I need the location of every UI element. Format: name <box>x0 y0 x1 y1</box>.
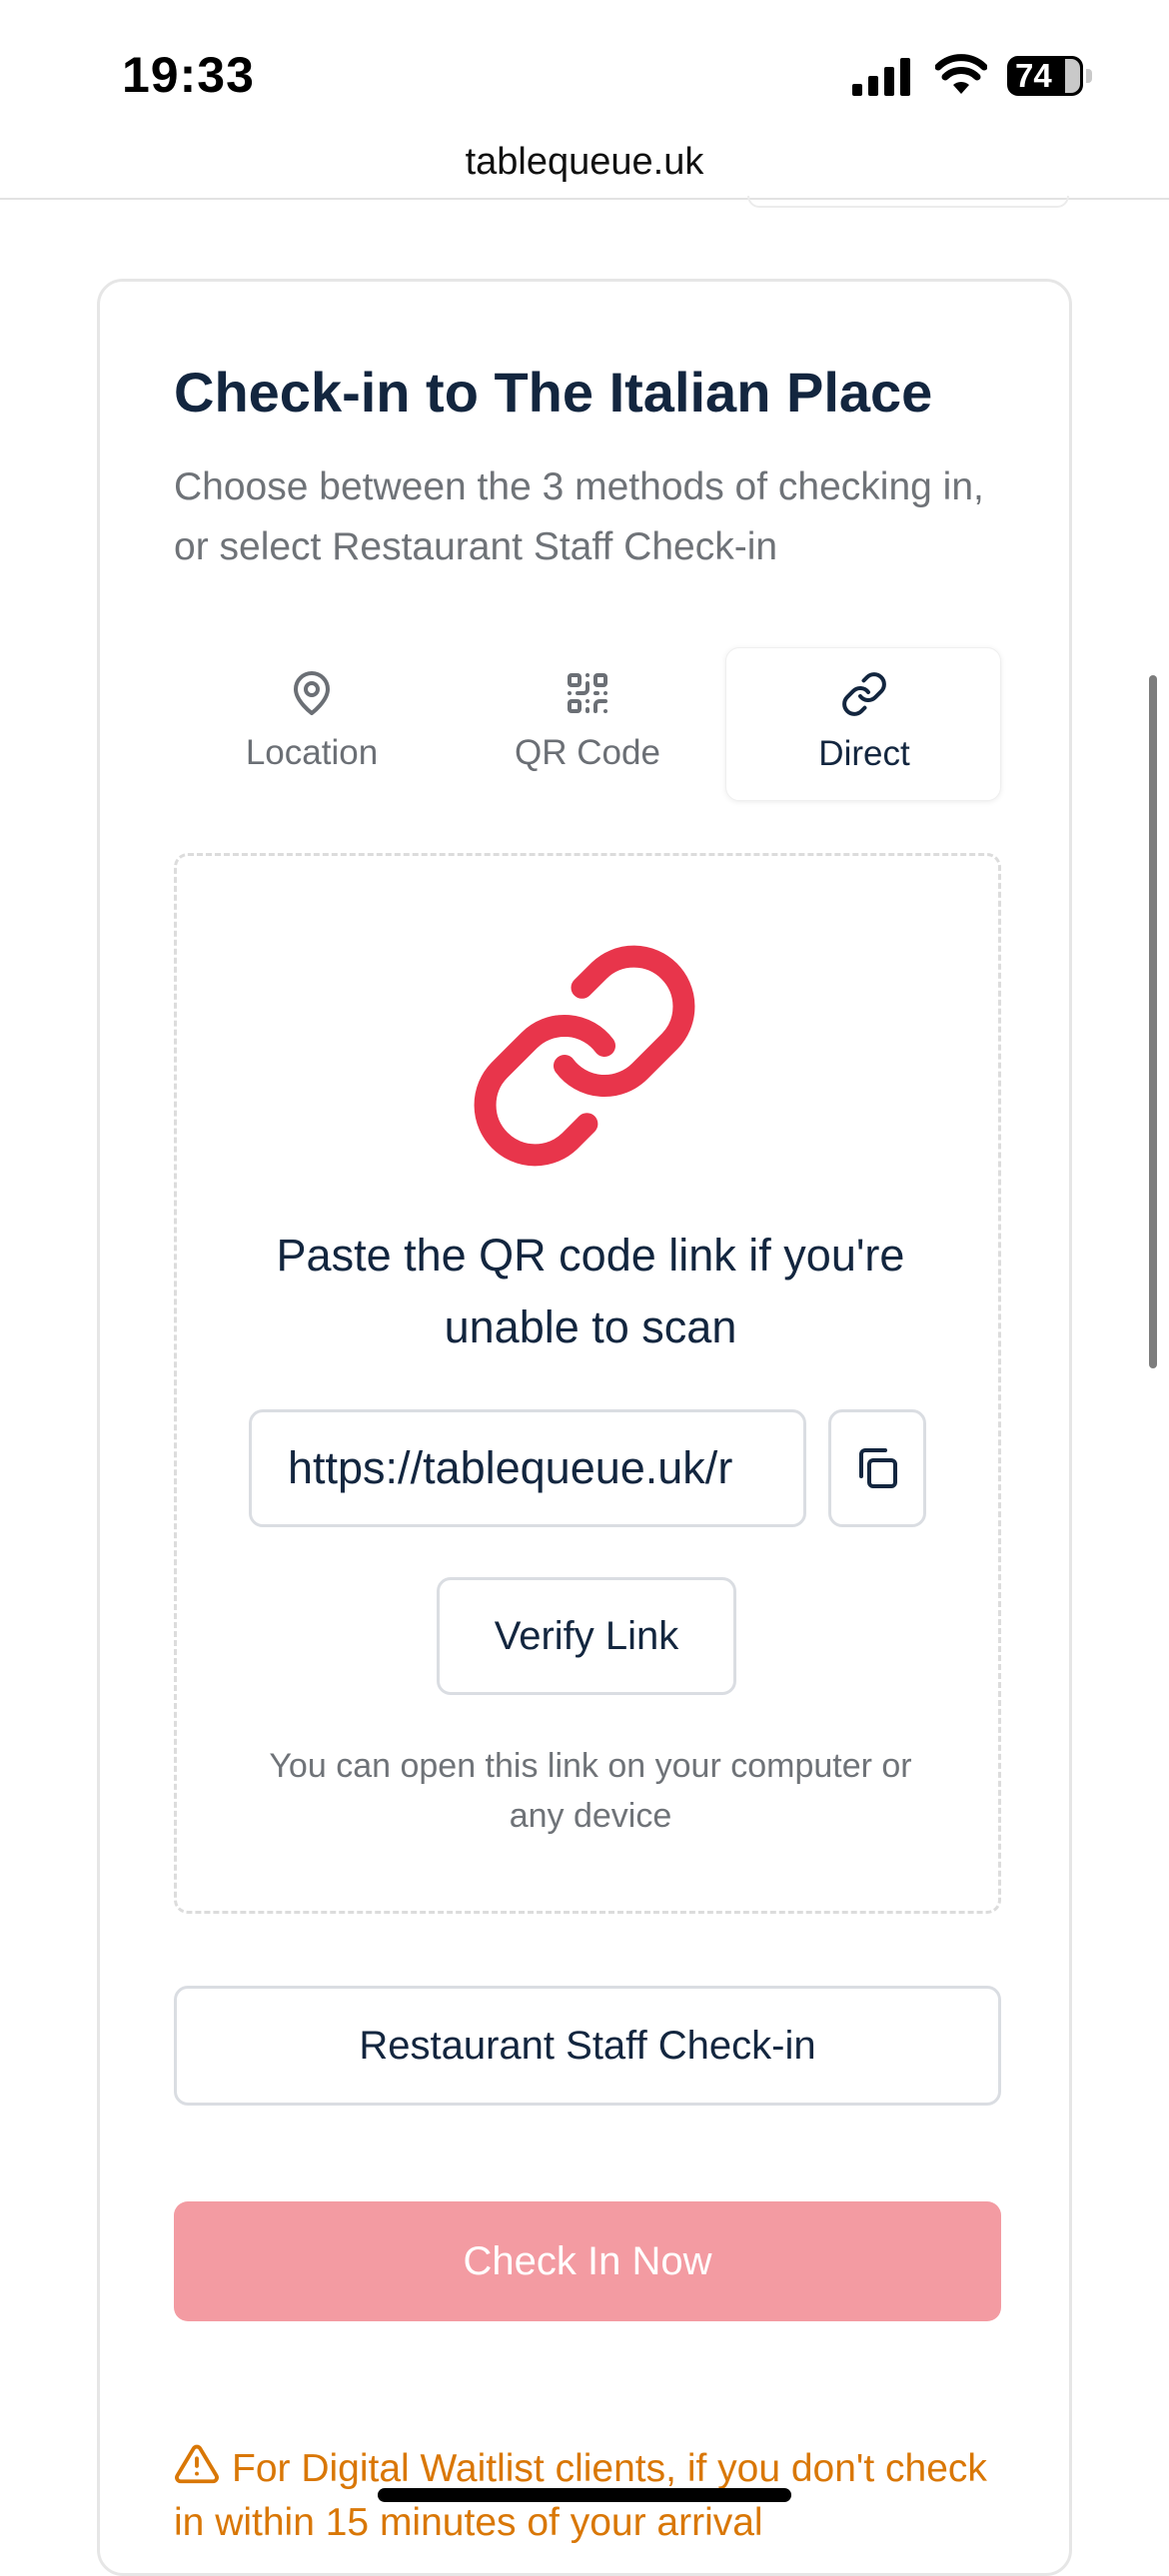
verify-link-button[interactable]: Verify Link <box>437 1577 736 1695</box>
url-text: tablequeue.uk <box>465 141 704 183</box>
status-bar: 19:33 74 <box>0 0 1169 140</box>
warning-icon <box>175 2444 219 2484</box>
link-icon <box>474 945 695 1167</box>
tab-qr-code[interactable]: QR Code <box>450 647 725 801</box>
signal-icon <box>852 58 910 96</box>
home-indicator[interactable] <box>378 2488 791 2502</box>
address-bar[interactable]: tablequeue.uk <box>0 134 1169 200</box>
scrollbar[interactable] <box>1149 675 1157 1368</box>
link-icon <box>842 672 886 716</box>
tab-location-label: Location <box>245 733 379 772</box>
checkin-method-tabs: Location QR Code Direct <box>174 647 1001 801</box>
link-input[interactable] <box>249 1409 806 1527</box>
tab-qr-code-label: QR Code <box>515 733 660 772</box>
check-in-now-button[interactable]: Check In Now <box>174 2201 1001 2321</box>
tab-direct[interactable]: Direct <box>725 647 1001 801</box>
checkin-card: Check-in to The Italian Place Choose bet… <box>97 279 1072 2576</box>
panel-note: You can open this link on your computer … <box>269 1747 912 1835</box>
restaurant-staff-checkin-button[interactable]: Restaurant Staff Check-in <box>174 1986 1001 2106</box>
wifi-icon <box>935 54 987 94</box>
copy-button[interactable] <box>828 1409 926 1527</box>
map-pin-icon <box>294 671 330 715</box>
page-subtitle: Choose between the 3 methods of checking… <box>174 465 984 568</box>
qr-code-icon <box>568 673 607 714</box>
battery-level: 74 <box>1015 57 1052 94</box>
tab-direct-label: Direct <box>818 734 910 773</box>
status-time: 19:33 <box>122 47 255 103</box>
previous-card-edge <box>747 196 1069 208</box>
page-title: Check-in to The Italian Place <box>174 361 933 424</box>
direct-link-panel: Paste the QR code link if you're unable … <box>174 853 1001 1914</box>
tab-location[interactable]: Location <box>174 647 450 801</box>
panel-heading: Paste the QR code link if you're unable … <box>276 1230 905 1352</box>
copy-icon <box>859 1448 897 1488</box>
